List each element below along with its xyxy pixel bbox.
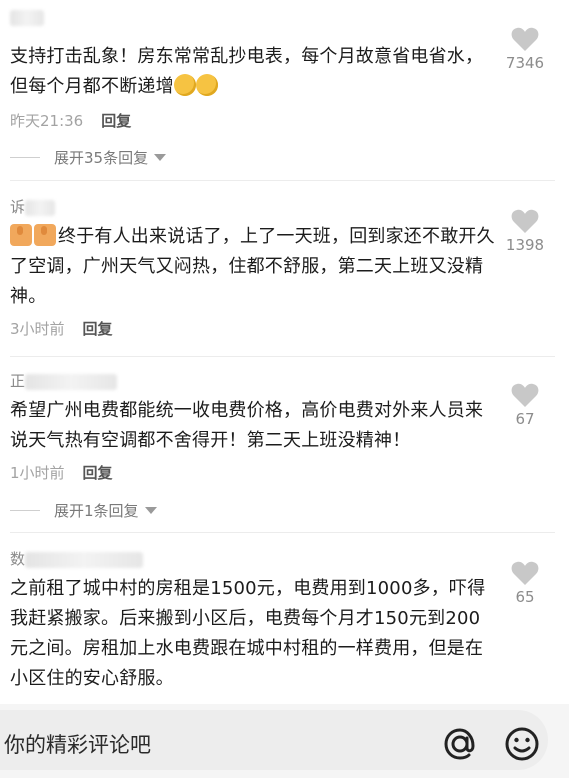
comment-text: 之前租了城中村的房租是1500元，电费用到1000多，吓得我赶紧搬家。后来搬到小… (10, 578, 486, 689)
at-icon[interactable] (440, 724, 480, 764)
like-count: 1398 (505, 236, 545, 254)
smile-icon[interactable] (502, 724, 542, 764)
blurred-username (10, 9, 44, 26)
divider-line (10, 510, 40, 511)
like-count: 67 (515, 410, 535, 428)
like-count: 65 (515, 588, 535, 606)
expand-replies-button[interactable]: 展开1条回复 (10, 500, 157, 521)
comment-meta: 3小时前 回复 (10, 318, 113, 339)
comment-input[interactable]: 你的精彩评论吧 (0, 710, 548, 770)
laughing-emoji-icon (173, 74, 196, 96)
heart-icon (511, 561, 539, 585)
like-button[interactable]: 1398 (495, 208, 555, 254)
reply-button[interactable]: 回复 (101, 112, 131, 130)
expand-replies-label: 展开1条回复 (54, 502, 139, 520)
reply-button[interactable]: 回复 (83, 464, 113, 482)
like-button[interactable]: 7346 (495, 26, 555, 72)
comment-text: 终于有人出来说话了，上了一天班，回到家还不敢开久了空调，广州天气又闷热，住都不舒… (10, 224, 495, 307)
thumbs-up-emoji-icon (34, 224, 56, 246)
expand-replies-button[interactable]: 展开35条回复 (10, 147, 167, 168)
comment-text: 支持打击乱象！房东常常乱抄电表，每个月故意省电省水，但每个月都不断递增 (10, 46, 484, 97)
username[interactable]: 诉 (10, 196, 56, 217)
heart-icon (511, 27, 539, 51)
laughing-emoji-icon (195, 74, 218, 96)
comment-meta: 1小时前 回复 (10, 462, 113, 483)
like-count: 7346 (505, 54, 545, 72)
like-button[interactable]: 67 (495, 382, 555, 428)
heart-icon (511, 209, 539, 233)
username[interactable]: 正 (10, 370, 118, 391)
username[interactable] (10, 8, 44, 26)
heart-icon (511, 383, 539, 407)
reply-button[interactable]: 回复 (83, 320, 113, 338)
comment-meta: 昨天21:36 回复 (10, 110, 131, 131)
like-button[interactable]: 65 (495, 560, 555, 606)
blurred-username (25, 551, 144, 568)
comment-input-placeholder: 你的精彩评论吧 (4, 733, 151, 757)
blurred-username (25, 373, 118, 390)
blurred-username (25, 199, 56, 216)
divider (10, 356, 555, 357)
comment-input-bar: 你的精彩评论吧 (0, 704, 569, 778)
divider-line (10, 157, 40, 158)
username[interactable]: 数 (10, 548, 144, 569)
thumbs-up-emoji-icon (10, 224, 32, 246)
divider (10, 532, 555, 533)
timestamp: 昨天21:36 (10, 112, 84, 130)
divider (10, 180, 555, 181)
expand-replies-label: 展开35条回复 (54, 149, 149, 167)
timestamp: 1小时前 (10, 464, 65, 482)
comment-text: 希望广州电费都能统一收电费价格，高价电费对外来人员来说天气热有空调都不舍得开！第… (10, 400, 484, 451)
chevron-down-icon (144, 507, 157, 514)
chevron-down-icon (154, 154, 167, 161)
timestamp: 3小时前 (10, 320, 65, 338)
